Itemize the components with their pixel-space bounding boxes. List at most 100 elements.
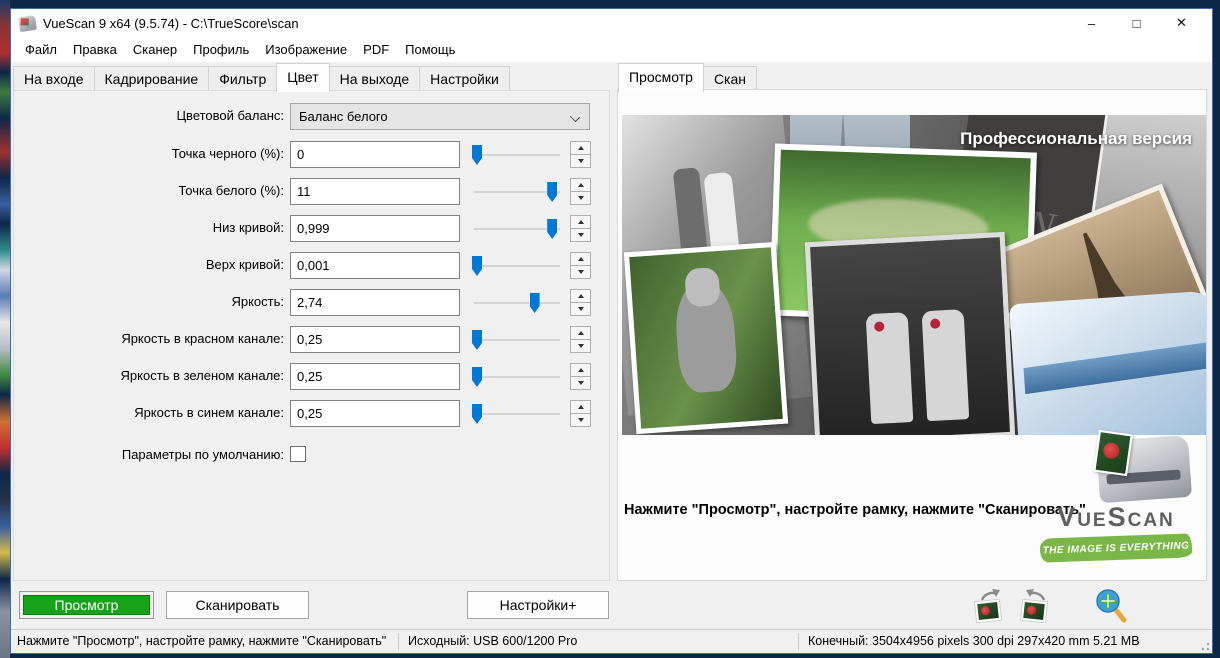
brightness-red-label: Яркость в красном канале: xyxy=(14,331,284,346)
app-icon xyxy=(18,14,37,31)
menu-profile[interactable]: Профиль xyxy=(185,39,257,60)
brightness-blue-label: Яркость в синем канале: xyxy=(14,405,284,420)
vuescan-logo: VueScan THE IMAGE IS EVERYTHING xyxy=(1036,438,1196,570)
spin-down-icon xyxy=(571,302,590,314)
brightness-blue-slider[interactable] xyxy=(472,402,562,426)
white-point-input[interactable] xyxy=(290,178,460,205)
menu-bar: Файл Правка Сканер Профиль Изображение P… xyxy=(11,37,1212,62)
color-balance-label: Цветовой баланс: xyxy=(14,108,284,123)
spin-up-icon xyxy=(571,290,590,302)
black-point-input[interactable] xyxy=(290,141,460,168)
photo-dog xyxy=(624,242,788,434)
brightness-red-input[interactable] xyxy=(290,326,460,353)
photo-scanner xyxy=(1009,290,1206,435)
tab-prefs[interactable]: Настройки xyxy=(420,66,510,92)
menu-file[interactable]: Файл xyxy=(17,39,65,60)
brightness-slider[interactable] xyxy=(472,291,562,315)
brightness-red-spinner[interactable] xyxy=(570,326,591,353)
white-point-slider[interactable] xyxy=(472,180,562,204)
spin-up-icon xyxy=(571,179,590,191)
edition-banner: Профессиональная версия xyxy=(960,129,1192,149)
brightness-input[interactable] xyxy=(290,289,460,316)
resize-grip[interactable] xyxy=(1198,639,1210,651)
tab-input[interactable]: На входе xyxy=(13,66,95,92)
window-title: VueScan 9 x64 (9.5.74) - C:\TrueScore\sc… xyxy=(43,16,299,31)
black-point-spinner[interactable] xyxy=(570,141,591,168)
menu-image[interactable]: Изображение xyxy=(257,39,355,60)
chevron-down-icon xyxy=(571,113,579,121)
curve-high-label: Верх кривой: xyxy=(14,257,284,272)
white-point-label: Точка белого (%): xyxy=(14,183,284,198)
logo-tagline: THE IMAGE IS EVERYTHING xyxy=(1040,533,1193,562)
preview-image[interactable]: SNAP Профессиональная версия xyxy=(622,115,1206,435)
zoom-in-icon[interactable] xyxy=(1089,587,1125,625)
spin-down-icon xyxy=(571,228,590,240)
preview-button-frame: Просмотр xyxy=(19,591,154,619)
color-settings-panel: Цветовой баланс: Баланс белого Точка чер… xyxy=(13,90,610,581)
preview-panel: SNAP Профессиональная версия Нажмите "Пр… xyxy=(617,89,1207,581)
black-point-label: Точка черного (%): xyxy=(14,146,284,161)
spin-down-icon xyxy=(571,154,590,166)
status-source: Исходный: USB 600/1200 Pro xyxy=(408,634,577,648)
brightness-green-spinner[interactable] xyxy=(570,363,591,390)
logo-brand-text: VueScan xyxy=(1036,502,1196,533)
curve-high-slider[interactable] xyxy=(472,254,562,278)
curve-low-input[interactable] xyxy=(290,215,460,242)
curve-high-spinner[interactable] xyxy=(570,252,591,279)
color-balance-select[interactable]: Баланс белого xyxy=(290,103,590,130)
minimize-button[interactable]: – xyxy=(1069,10,1114,36)
spin-up-icon xyxy=(571,142,590,154)
menu-edit[interactable]: Правка xyxy=(65,39,125,60)
menu-pdf[interactable]: PDF xyxy=(355,39,397,60)
curve-high-input[interactable] xyxy=(290,252,460,279)
brightness-green-input[interactable] xyxy=(290,363,460,390)
tab-filter[interactable]: Фильтр xyxy=(209,66,277,92)
brightness-green-label: Яркость в зеленом канале: xyxy=(14,368,284,383)
spin-up-icon xyxy=(571,327,590,339)
default-params-label: Параметры по умолчанию: xyxy=(14,447,284,462)
menu-scanner[interactable]: Сканер xyxy=(125,39,185,60)
title-bar[interactable]: VueScan 9 x64 (9.5.74) - C:\TrueScore\sc… xyxy=(11,9,1212,37)
desktop-edge-strip xyxy=(0,0,10,658)
tab-crop[interactable]: Кадрирование xyxy=(95,66,210,92)
preview-tab-strip: Просмотр Скан xyxy=(619,63,757,92)
brightness-blue-input[interactable] xyxy=(290,400,460,427)
black-point-slider[interactable] xyxy=(472,143,562,167)
spin-down-icon xyxy=(571,413,590,425)
spin-up-icon xyxy=(571,253,590,265)
curve-low-label: Низ кривой: xyxy=(14,220,284,235)
status-hint: Нажмите "Просмотр", настройте рамку, наж… xyxy=(17,634,386,648)
curve-low-slider[interactable] xyxy=(472,217,562,241)
brightness-label: Яркость: xyxy=(14,294,284,309)
spin-down-icon xyxy=(571,191,590,203)
menu-help[interactable]: Помощь xyxy=(397,39,463,60)
spin-up-icon xyxy=(571,401,590,413)
brightness-blue-spinner[interactable] xyxy=(570,400,591,427)
rotate-right-icon[interactable] xyxy=(1019,587,1055,625)
maximize-button[interactable]: □ xyxy=(1114,10,1159,36)
curve-low-spinner[interactable] xyxy=(570,215,591,242)
default-params-checkbox[interactable] xyxy=(290,446,306,462)
tab-output[interactable]: На выходе xyxy=(330,66,421,92)
settings-tab-strip: На входе Кадрирование Фильтр Цвет На вых… xyxy=(13,63,510,92)
tab-color[interactable]: Цвет xyxy=(276,63,329,92)
status-bar: Нажмите "Просмотр", настройте рамку, наж… xyxy=(11,629,1212,653)
spin-down-icon xyxy=(571,265,590,277)
scan-button[interactable]: Сканировать xyxy=(166,591,309,619)
brightness-green-slider[interactable] xyxy=(472,365,562,389)
close-button[interactable]: ✕ xyxy=(1159,10,1204,36)
tab-preview[interactable]: Просмотр xyxy=(618,63,704,92)
rotate-left-icon[interactable] xyxy=(973,587,1009,625)
status-output: Конечный: 3504x4956 pixels 300 dpi 297x4… xyxy=(808,634,1140,648)
spin-down-icon xyxy=(571,339,590,351)
settings-plus-button[interactable]: Настройки+ xyxy=(467,591,609,619)
spin-up-icon xyxy=(571,364,590,376)
white-point-spinner[interactable] xyxy=(570,178,591,205)
brightness-spinner[interactable] xyxy=(570,289,591,316)
brightness-red-slider[interactable] xyxy=(472,328,562,352)
spin-up-icon xyxy=(571,216,590,228)
preview-button[interactable]: Просмотр xyxy=(23,595,150,615)
spin-down-icon xyxy=(571,376,590,388)
preview-hint-text: Нажмите "Просмотр", настройте рамку, наж… xyxy=(624,502,1086,518)
photo-icon xyxy=(1093,430,1133,476)
